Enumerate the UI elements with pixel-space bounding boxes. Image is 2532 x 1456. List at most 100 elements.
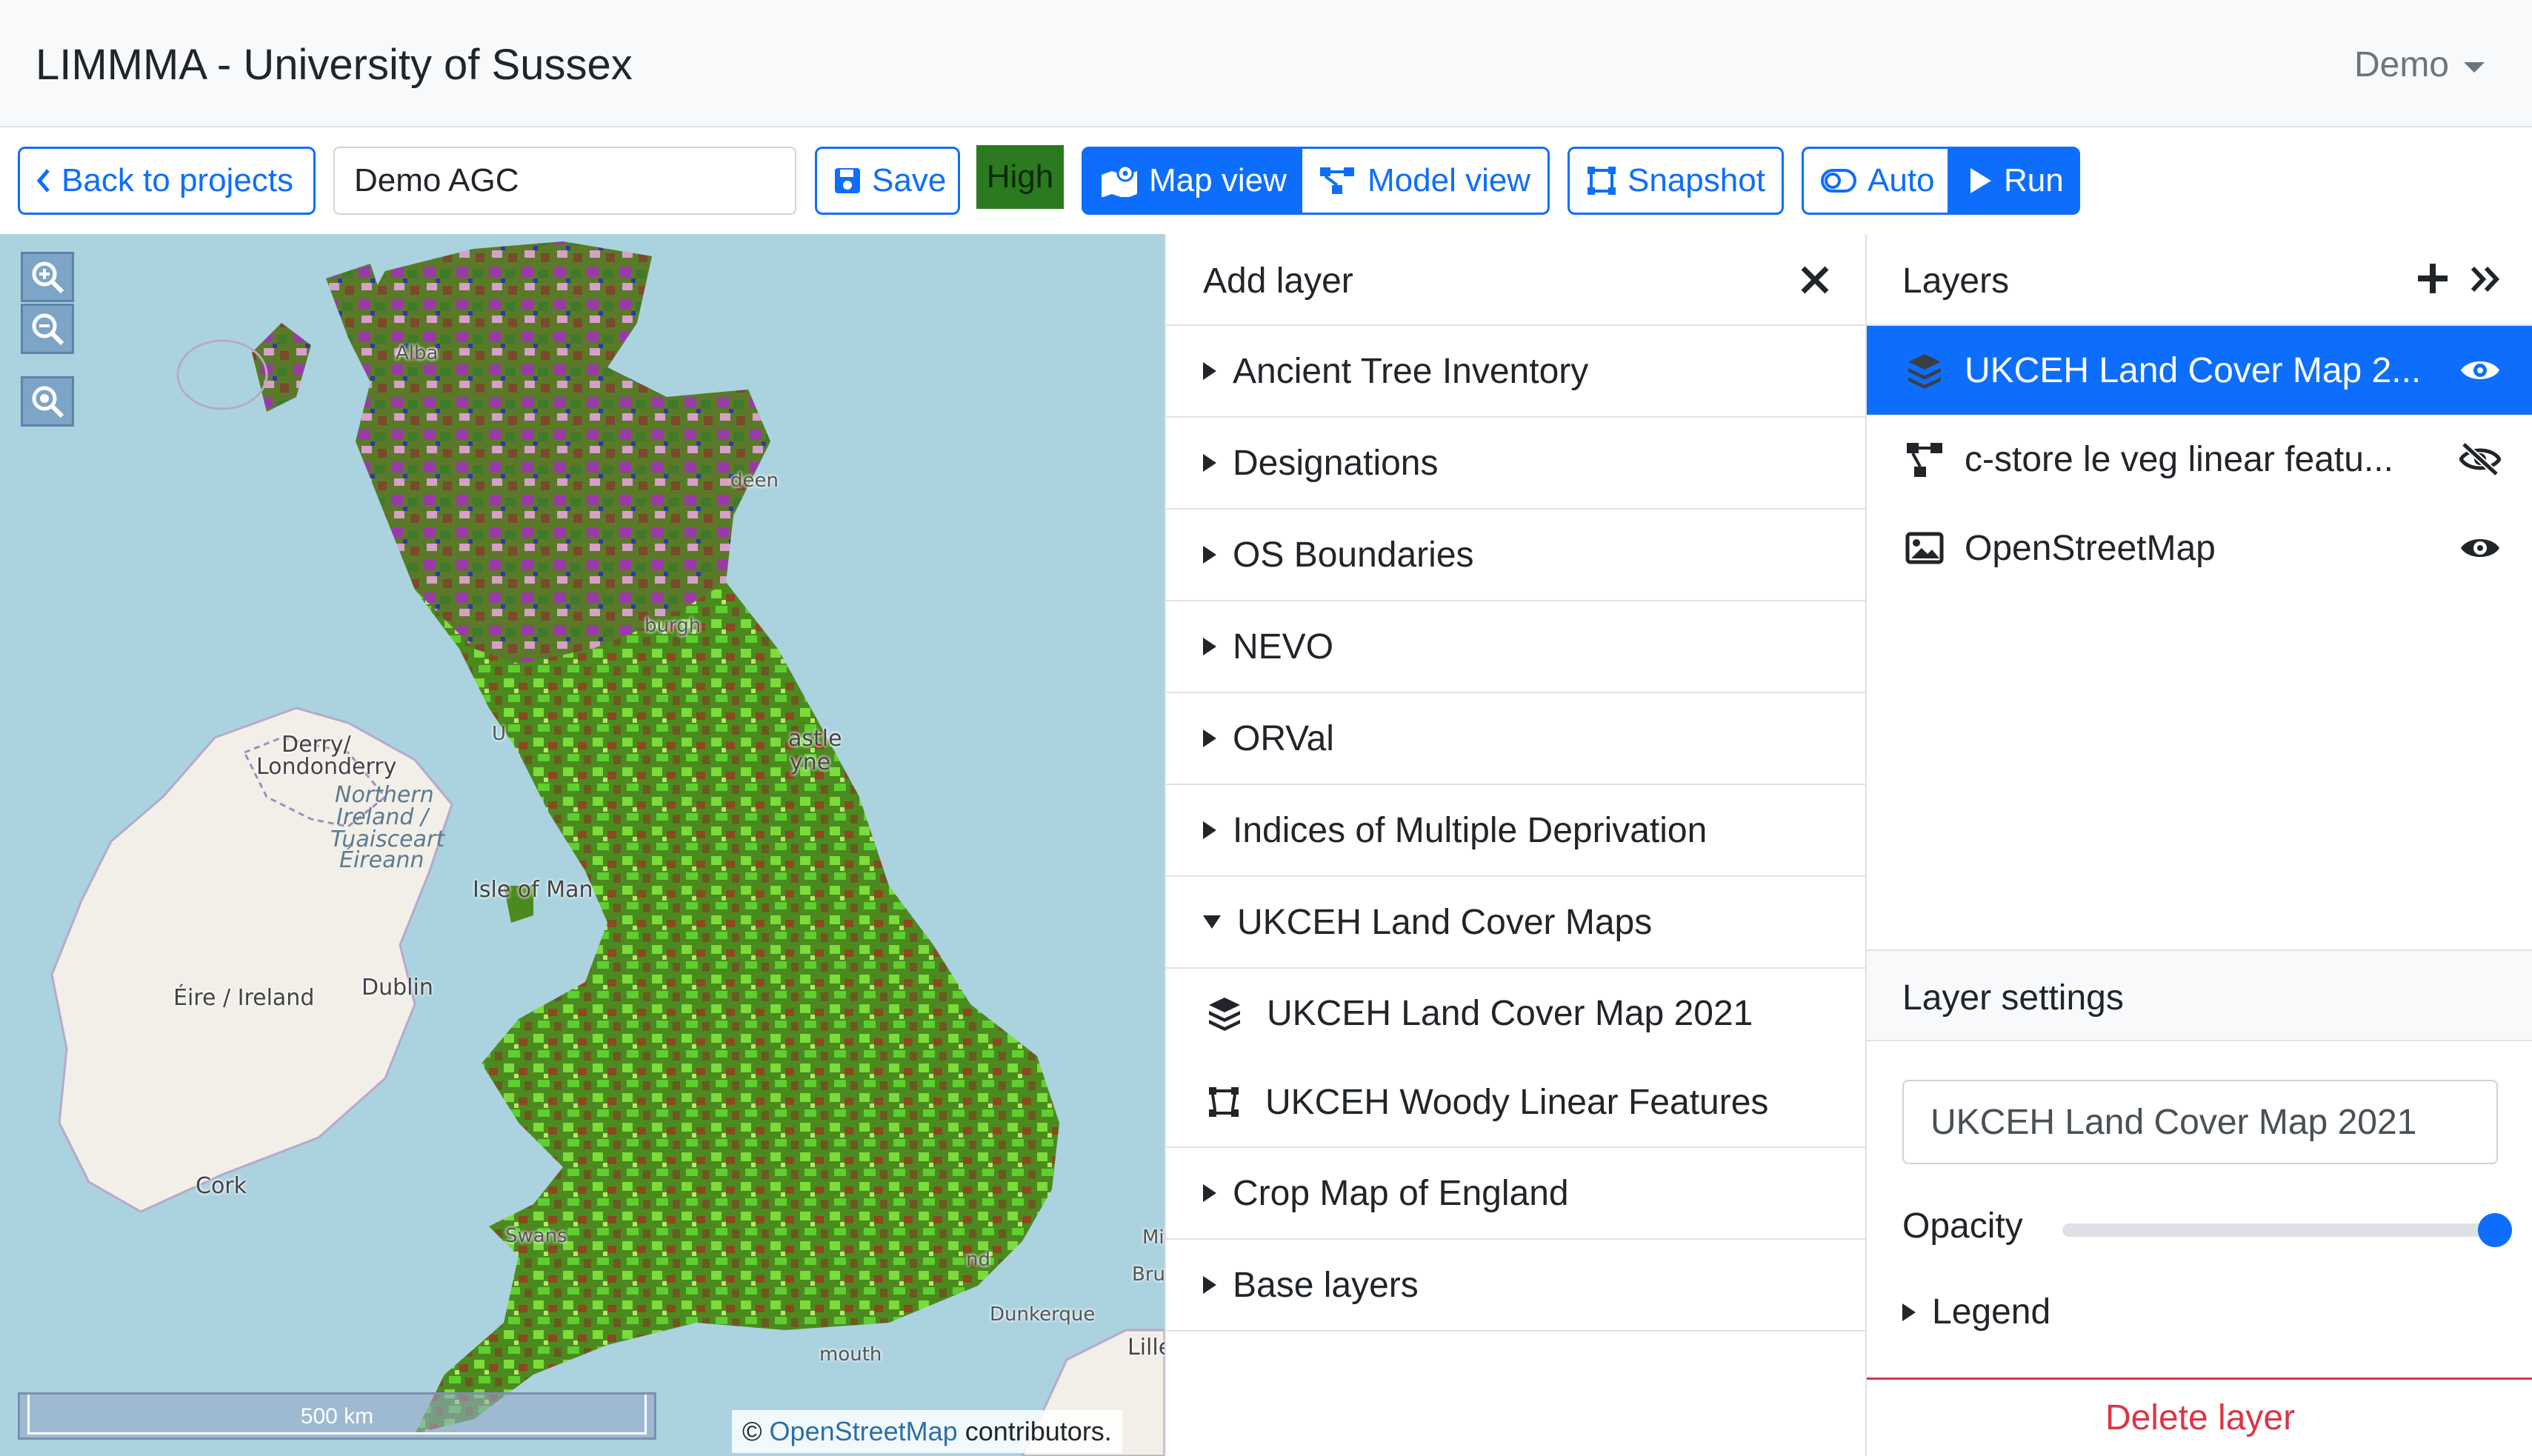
eye-slash-icon[interactable] [2459, 441, 2501, 477]
opacity-slider-track[interactable] [2062, 1223, 2495, 1237]
category-ukceh-land-cover-maps[interactable]: UKCEH Land Cover Maps [1166, 877, 1865, 969]
category-label: Designations [1233, 443, 1439, 483]
caret-right-icon [1203, 454, 1216, 472]
opacity-slider-thumb[interactable] [2478, 1213, 2512, 1247]
app-title: LIMMMA - University of Sussex [36, 41, 633, 89]
add-layer-panel: Add layer Ancient Tree Inventory Designa… [1165, 234, 1865, 1456]
eye-icon[interactable] [2459, 530, 2501, 566]
close-icon[interactable] [1797, 262, 1833, 298]
save-label: Save [872, 162, 947, 198]
add-layer-header: Add layer [1166, 234, 1865, 326]
place-label: Bru [1132, 1263, 1165, 1286]
place-label: Éireann [339, 847, 424, 873]
legend-toggle[interactable]: Legend [1902, 1292, 2050, 1332]
place-label: Isle of Man [473, 877, 593, 903]
category-ancient-tree-inventory[interactable]: Ancient Tree Inventory [1166, 326, 1865, 418]
layer-row-c-store-veg-linear-features[interactable]: c-store le veg linear featu... [1867, 415, 2532, 504]
user-menu-label: Demo [2353, 45, 2449, 84]
project-name-input[interactable] [333, 147, 796, 215]
zoom-out-icon [32, 313, 64, 346]
caret-down-icon [2464, 62, 2485, 73]
layer-settings-title: Layer settings [1902, 978, 2124, 1018]
category-label: NEVO [1233, 627, 1334, 667]
add-layer-item-ukceh-land-cover-map-2021[interactable]: UKCEH Land Cover Map 2021 [1166, 969, 1865, 1058]
scale-bar-label: 500 km [27, 1395, 647, 1435]
map-canvas[interactable]: Alba deen burgh Derry/ Londonderry North… [0, 234, 1165, 1456]
delete-layer-button[interactable]: Delete layer [1867, 1377, 2532, 1456]
floppy-disk-icon [835, 168, 860, 193]
category-nevo[interactable]: NEVO [1166, 601, 1865, 693]
add-layer-item-label: UKCEH Woody Linear Features [1265, 1082, 1769, 1122]
place-label: mouth [819, 1343, 882, 1366]
place-label: U [492, 723, 507, 745]
category-label: Indices of Multiple Deprivation [1233, 810, 1708, 850]
vector-square-icon [1588, 167, 1616, 195]
user-menu-dropdown[interactable]: Demo [2354, 43, 2485, 87]
layer-settings-header: Layer settings [1867, 949, 2532, 1041]
snapshot-button[interactable]: Snapshot [1567, 147, 1784, 215]
caret-right-icon [1902, 1303, 1916, 1321]
caret-down-icon [1203, 915, 1221, 929]
layer-name: UKCEH Land Cover Map 2... [1965, 350, 2422, 390]
model-graph-icon [1907, 443, 1942, 477]
category-indices-of-multiple-deprivation[interactable]: Indices of Multiple Deprivation [1166, 785, 1865, 877]
snapshot-label: Snapshot [1628, 162, 1765, 198]
layer-row-openstreetmap[interactable]: OpenStreetMap [1867, 504, 2532, 592]
model-view-button[interactable]: Model view [1302, 147, 1550, 215]
add-layer-item-ukceh-woody-linear-features[interactable]: UKCEH Woody Linear Features [1166, 1058, 1865, 1146]
category-base-layers[interactable]: Base layers [1166, 1240, 1865, 1332]
place-label: yne [790, 749, 831, 775]
run-button[interactable]: Run [1950, 147, 2080, 215]
eye-icon[interactable] [2459, 353, 2501, 388]
layer-name: OpenStreetMap [1965, 528, 2216, 568]
category-designations[interactable]: Designations [1166, 418, 1865, 510]
category-label: UKCEH Land Cover Maps [1237, 902, 1653, 942]
zoom-in-button[interactable] [21, 252, 74, 302]
place-label: Swans [505, 1225, 567, 1247]
back-to-projects-button[interactable]: Back to projects [18, 147, 316, 215]
chevron-left-icon [36, 169, 50, 193]
zoom-to-extent-button[interactable] [21, 376, 74, 427]
chevrons-right-icon[interactable] [2468, 262, 2502, 296]
place-label: deen [730, 470, 779, 492]
category-crop-map-of-england[interactable]: Crop Map of England [1166, 1148, 1865, 1240]
layer-name-input[interactable] [1902, 1080, 2498, 1164]
auto-toggle-button[interactable]: Auto [1802, 147, 1950, 215]
category-label: Ancient Tree Inventory [1233, 351, 1589, 391]
place-label: Lille [1127, 1335, 1165, 1360]
caret-right-icon [1203, 638, 1216, 655]
attribution-suffix: contributors. [965, 1416, 1112, 1446]
place-label: Éire / Ireland [173, 985, 315, 1011]
place-label: Cork [196, 1173, 247, 1199]
place-label: astle [788, 726, 842, 752]
model-graph-icon [1320, 167, 1354, 194]
zoom-out-button[interactable] [21, 304, 74, 354]
quality-badge[interactable]: High [976, 145, 1064, 209]
caret-right-icon [1203, 546, 1216, 564]
caret-right-icon [1203, 729, 1216, 747]
layers-title: Layers [1902, 261, 2010, 301]
layers-header: Layers [1867, 234, 2532, 326]
category-orval[interactable]: ORVal [1166, 693, 1865, 785]
model-view-label: Model view [1367, 162, 1531, 198]
map-attribution: © OpenStreetMap contributors. [732, 1410, 1122, 1453]
back-to-projects-label: Back to projects [61, 162, 294, 198]
map-view-button[interactable]: Map view [1082, 147, 1302, 215]
map-tiles [50, 241, 1165, 1456]
add-layer-item-label: UKCEH Land Cover Map 2021 [1267, 993, 1753, 1033]
save-button[interactable]: Save [815, 147, 960, 215]
category-label: ORVal [1233, 718, 1334, 758]
place-label: Mi [1142, 1226, 1165, 1249]
category-os-boundaries[interactable]: OS Boundaries [1166, 510, 1865, 601]
layer-settings-panel: Layer settings Opacity Legend Delete lay… [1867, 949, 2532, 1456]
opacity-label: Opacity [1902, 1206, 2023, 1246]
zoom-in-icon [32, 261, 64, 294]
map-marked-icon [1102, 164, 1137, 197]
plus-icon[interactable] [2415, 261, 2451, 296]
auto-label: Auto [1868, 162, 1935, 198]
place-label: nd [966, 1249, 990, 1271]
openstreetmap-link[interactable]: OpenStreetMap [770, 1416, 958, 1447]
vector-shape-icon [1209, 1087, 1239, 1117]
layer-row-ukceh-land-cover-map[interactable]: UKCEH Land Cover Map 2... [1867, 326, 2532, 415]
play-icon [1970, 168, 1991, 193]
